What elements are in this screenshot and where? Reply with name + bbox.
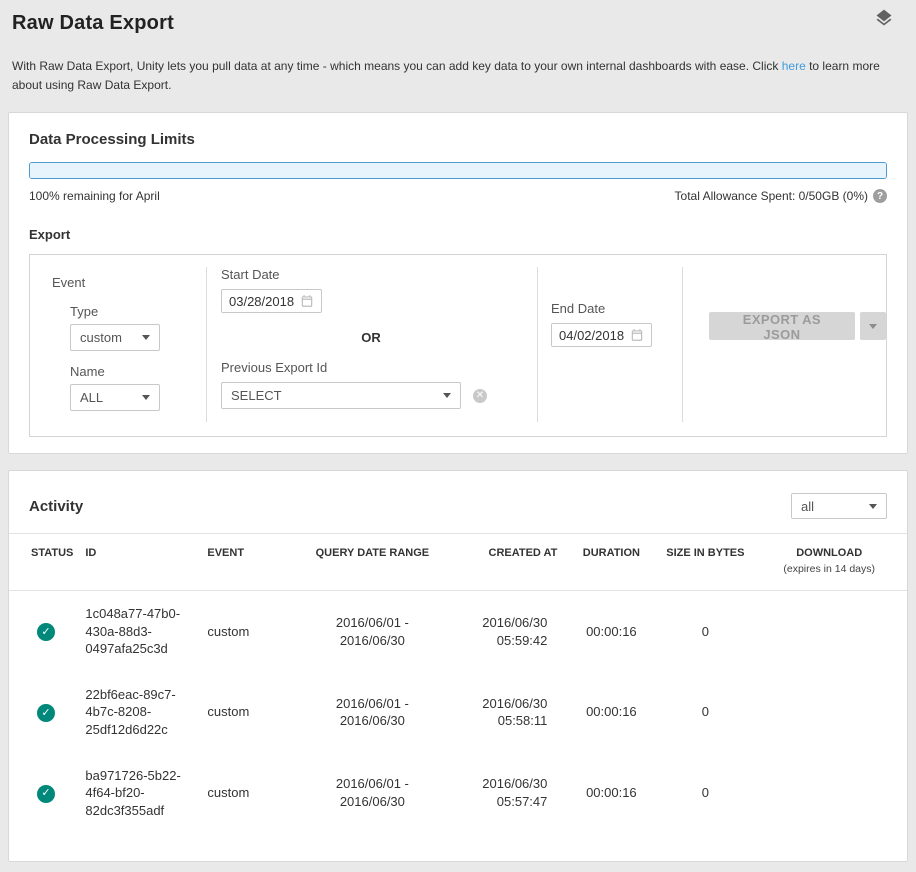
progress-fill bbox=[30, 163, 886, 178]
chevron-down-icon bbox=[443, 393, 451, 398]
event-type-select[interactable]: custom bbox=[70, 324, 160, 351]
duration-cell: 00:00:16 bbox=[563, 591, 659, 672]
calendar-icon bbox=[300, 294, 314, 308]
event-column: Event Type custom Name ALL bbox=[30, 265, 206, 424]
size-in-bytes-cell: 0 bbox=[659, 672, 751, 753]
activity-filter-select[interactable]: all bbox=[791, 493, 887, 519]
name-label: Name bbox=[70, 364, 206, 379]
previous-export-value: SELECT bbox=[231, 388, 282, 403]
end-date-input[interactable]: 04/02/2018 bbox=[551, 323, 652, 347]
activity-table: STATUS ID EVENT QUERY DATE RANGE CREATED… bbox=[9, 533, 907, 833]
download-cell bbox=[751, 591, 907, 672]
page-title: Raw Data Export bbox=[12, 12, 174, 35]
created-at-cell: 2016/06/30 05:59:42 bbox=[447, 591, 563, 672]
column-header-event: EVENT bbox=[201, 534, 297, 591]
export-panel: Event Type custom Name ALL Sta bbox=[29, 254, 887, 437]
size-in-bytes-cell: 0 bbox=[659, 591, 751, 672]
status-complete-icon: ✓ bbox=[37, 785, 55, 803]
export-id-cell: 1c048a77-47b0-430a-88d3-0497afa25c3d bbox=[79, 591, 201, 672]
size-in-bytes-cell: 0 bbox=[659, 753, 751, 834]
event-name-select[interactable]: ALL bbox=[70, 384, 160, 411]
column-header-created-at: CREATED AT bbox=[447, 534, 563, 591]
end-date-column: End Date 04/02/2018 bbox=[538, 265, 682, 424]
start-date-input[interactable]: 03/28/2018 bbox=[221, 289, 322, 313]
query-date-range-cell: 2016/06/01 - 2016/06/30 bbox=[297, 672, 447, 753]
created-at-cell: 2016/06/30 05:58:11 bbox=[447, 672, 563, 753]
chevron-down-icon bbox=[869, 504, 877, 509]
table-row[interactable]: ✓ ba971726-5b22-4f64-bf20-82dc3f355adf c… bbox=[9, 753, 907, 834]
start-date-value: 03/28/2018 bbox=[229, 294, 294, 309]
table-header-row: STATUS ID EVENT QUERY DATE RANGE CREATED… bbox=[9, 534, 907, 591]
event-cell: custom bbox=[201, 753, 297, 834]
allowance-spent-label: Total Allowance Spent: 0/50GB (0%) bbox=[675, 189, 868, 203]
download-header-label: DOWNLOAD bbox=[796, 547, 862, 559]
or-label: OR bbox=[221, 330, 521, 345]
export-id-cell: 22bf6eac-89c7-4b7c-8208-25df12d6d22c bbox=[79, 672, 201, 753]
card-bottom-spacer bbox=[9, 833, 907, 861]
page-header: Raw Data Export With Raw Data Export, Un… bbox=[8, 0, 908, 98]
start-date-label: Start Date bbox=[221, 267, 527, 282]
column-header-download: DOWNLOAD (expires in 14 days) bbox=[751, 534, 907, 591]
chevron-down-icon bbox=[869, 324, 877, 329]
column-header-status: STATUS bbox=[9, 534, 79, 591]
duration-cell: 00:00:16 bbox=[563, 753, 659, 834]
data-processing-limits-card: Data Processing Limits 100% remaining fo… bbox=[8, 112, 908, 454]
remaining-label: 100% remaining for April bbox=[29, 189, 160, 203]
chevron-down-icon bbox=[142, 395, 150, 400]
download-expiry-note: (expires in 14 days) bbox=[757, 562, 901, 577]
duration-cell: 00:00:16 bbox=[563, 672, 659, 753]
event-label: Event bbox=[52, 275, 206, 290]
column-header-size-in-bytes: SIZE IN BYTES bbox=[659, 534, 751, 591]
created-at-cell: 2016/06/30 05:57:47 bbox=[447, 753, 563, 834]
column-header-id: ID bbox=[79, 534, 201, 591]
event-type-value: custom bbox=[80, 330, 122, 345]
learn-more-link[interactable]: here bbox=[782, 59, 806, 73]
activity-filter-value: all bbox=[801, 499, 814, 514]
activity-card: Activity all STATUS ID EVENT QUERY DATE … bbox=[8, 470, 908, 862]
event-cell: custom bbox=[201, 591, 297, 672]
status-complete-icon: ✓ bbox=[37, 704, 55, 722]
status-complete-icon: ✓ bbox=[37, 623, 55, 641]
export-id-cell: ba971726-5b22-4f64-bf20-82dc3f355adf bbox=[79, 753, 201, 834]
limits-heading: Data Processing Limits bbox=[29, 131, 887, 148]
previous-export-select[interactable]: SELECT bbox=[221, 382, 461, 409]
event-name-value: ALL bbox=[80, 390, 103, 405]
end-date-label: End Date bbox=[551, 301, 682, 316]
export-options-button[interactable] bbox=[860, 312, 886, 340]
layers-icon[interactable] bbox=[874, 8, 894, 33]
description-text-1: With Raw Data Export, Unity lets you pul… bbox=[12, 59, 782, 73]
page-description: With Raw Data Export, Unity lets you pul… bbox=[12, 57, 904, 94]
table-row[interactable]: ✓ 22bf6eac-89c7-4b7c-8208-25df12d6d22c c… bbox=[9, 672, 907, 753]
query-date-range-cell: 2016/06/01 - 2016/06/30 bbox=[297, 591, 447, 672]
download-cell bbox=[751, 753, 907, 834]
help-icon[interactable]: ? bbox=[873, 189, 887, 203]
raw-data-export-page: Raw Data Export With Raw Data Export, Un… bbox=[0, 0, 916, 872]
query-date-range-cell: 2016/06/01 - 2016/06/30 bbox=[297, 753, 447, 834]
type-label: Type bbox=[70, 304, 206, 319]
date-or-export-column: Start Date 03/28/2018 OR Previous Export… bbox=[207, 265, 537, 424]
download-cell bbox=[751, 672, 907, 753]
end-date-value: 04/02/2018 bbox=[559, 328, 624, 343]
export-heading: Export bbox=[29, 227, 887, 242]
activity-heading: Activity bbox=[29, 498, 83, 515]
export-button-column: EXPORT AS JSON bbox=[683, 265, 886, 424]
chevron-down-icon bbox=[142, 335, 150, 340]
table-row[interactable]: ✓ 1c048a77-47b0-430a-88d3-0497afa25c3d c… bbox=[9, 591, 907, 672]
column-header-query-date-range: QUERY DATE RANGE bbox=[297, 534, 447, 591]
event-cell: custom bbox=[201, 672, 297, 753]
clear-icon[interactable]: ✕ bbox=[473, 389, 487, 403]
allowance-progress-bar bbox=[29, 162, 887, 179]
column-header-duration: DURATION bbox=[563, 534, 659, 591]
export-as-json-button[interactable]: EXPORT AS JSON bbox=[709, 312, 855, 340]
calendar-icon bbox=[630, 328, 644, 342]
previous-export-label: Previous Export Id bbox=[221, 360, 527, 375]
